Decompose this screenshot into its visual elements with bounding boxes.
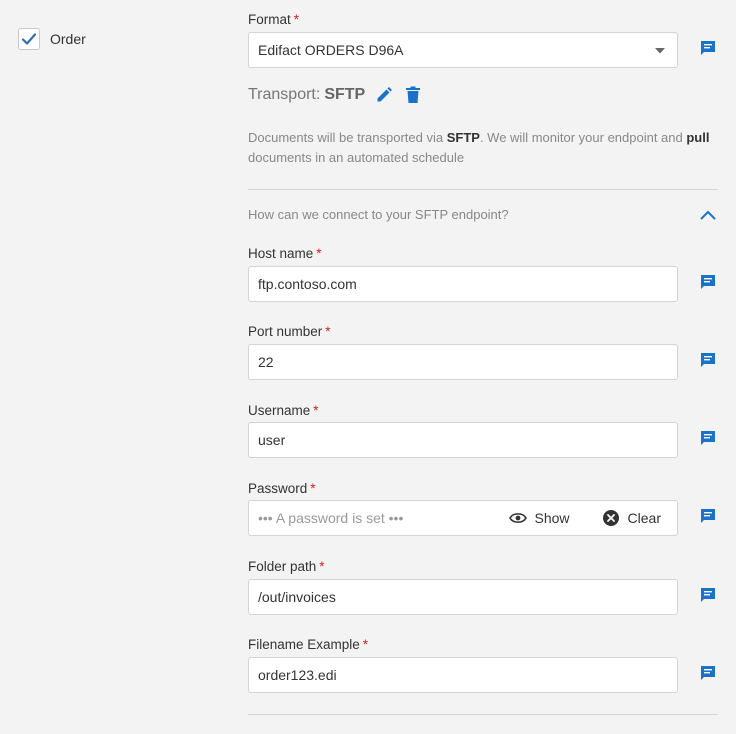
host-input[interactable] bbox=[258, 276, 668, 292]
host-field[interactable] bbox=[248, 266, 678, 302]
username-label-text: Username bbox=[248, 403, 311, 418]
connection-question: How can we connect to your SFTP endpoint… bbox=[248, 207, 509, 222]
comment-icon[interactable] bbox=[699, 273, 717, 291]
divider bbox=[248, 714, 718, 715]
sftp-config-page: Order Format * Edifact ORDERS D96A Transp… bbox=[0, 0, 736, 734]
port-field[interactable] bbox=[248, 344, 678, 380]
transport-heading: Transport: SFTP bbox=[248, 86, 421, 104]
order-label: Order bbox=[50, 31, 86, 47]
desc-part1: Documents will be transported via bbox=[248, 130, 447, 145]
host-label-text: Host name bbox=[248, 246, 314, 261]
required-mark: * bbox=[319, 559, 325, 574]
comment-icon[interactable] bbox=[699, 664, 717, 682]
transport-prefix: Transport: bbox=[248, 86, 321, 103]
clear-label: Clear bbox=[627, 510, 661, 526]
comment-icon[interactable] bbox=[699, 429, 717, 447]
divider bbox=[248, 189, 718, 190]
comment-icon[interactable] bbox=[699, 507, 717, 525]
folder-field[interactable] bbox=[248, 579, 678, 615]
password-label: Password * bbox=[248, 481, 316, 496]
comment-icon[interactable] bbox=[699, 39, 717, 57]
desc-bold1: SFTP bbox=[446, 130, 480, 145]
checkmark-icon bbox=[21, 33, 37, 45]
filename-label-text: Filename Example bbox=[248, 637, 360, 652]
port-input[interactable] bbox=[258, 354, 668, 370]
password-label-text: Password bbox=[248, 481, 308, 496]
pencil-icon bbox=[377, 87, 393, 102]
filename-input[interactable] bbox=[258, 667, 668, 683]
username-label: Username * bbox=[248, 403, 319, 418]
comment-icon[interactable] bbox=[699, 351, 717, 369]
transport-type: SFTP bbox=[324, 86, 366, 103]
comment-icon[interactable] bbox=[699, 586, 717, 604]
filename-field[interactable] bbox=[248, 657, 678, 693]
required-mark: * bbox=[325, 324, 331, 339]
trash-icon bbox=[406, 86, 421, 103]
port-label-text: Port number bbox=[248, 324, 323, 339]
format-select[interactable]: Edifact ORDERS D96A bbox=[248, 32, 678, 68]
show-password-button[interactable]: Show bbox=[508, 510, 570, 526]
host-label: Host name * bbox=[248, 246, 322, 261]
desc-bold2: pull bbox=[686, 130, 710, 145]
show-label: Show bbox=[534, 510, 570, 526]
folder-input[interactable] bbox=[258, 589, 668, 605]
password-field[interactable]: ••• A password is set ••• Show Clear bbox=[248, 500, 678, 536]
caret-down-icon bbox=[655, 48, 665, 54]
folder-label-text: Folder path bbox=[248, 559, 317, 574]
transport-description: Documents will be transported via SFTP. … bbox=[248, 128, 718, 168]
required-mark: * bbox=[293, 12, 300, 27]
order-checkbox[interactable] bbox=[18, 28, 40, 50]
desc-part2: . We will monitor your endpoint and bbox=[479, 130, 687, 145]
order-checkbox-row[interactable]: Order bbox=[18, 28, 86, 50]
delete-transport-button[interactable] bbox=[405, 86, 421, 104]
close-circle-icon bbox=[602, 510, 619, 526]
format-select-value: Edifact ORDERS D96A bbox=[258, 42, 404, 58]
clear-password-button[interactable]: Clear bbox=[602, 509, 661, 527]
username-input[interactable] bbox=[258, 432, 668, 448]
required-mark: * bbox=[313, 403, 319, 418]
filename-label: Filename Example * bbox=[248, 637, 368, 652]
required-mark: * bbox=[362, 637, 369, 652]
required-mark: * bbox=[310, 481, 316, 496]
desc-part3: documents in an automated schedule bbox=[248, 150, 465, 165]
edit-transport-button[interactable] bbox=[375, 86, 393, 104]
eye-icon bbox=[508, 513, 527, 523]
required-mark: * bbox=[316, 246, 322, 261]
chevron-up-icon[interactable] bbox=[699, 206, 717, 224]
password-placeholder[interactable]: ••• A password is set ••• bbox=[258, 510, 509, 526]
format-label: Format * bbox=[248, 12, 299, 27]
folder-label: Folder path * bbox=[248, 559, 325, 574]
username-field[interactable] bbox=[248, 422, 678, 458]
format-label-text: Format bbox=[248, 12, 291, 27]
port-label: Port number * bbox=[248, 324, 331, 339]
